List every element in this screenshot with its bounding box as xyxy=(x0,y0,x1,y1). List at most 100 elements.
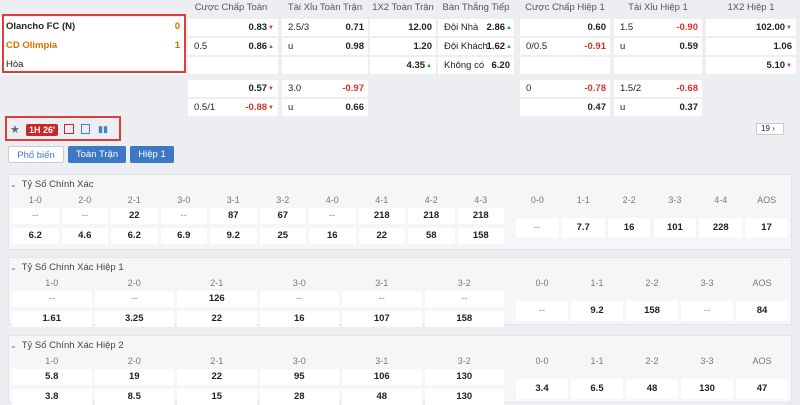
score-odds-cell[interactable]: -- xyxy=(12,291,92,307)
tab-half-1[interactable]: Hiệp 1 xyxy=(130,146,174,163)
odds-cell[interactable]: 0.47 xyxy=(520,99,610,116)
odds-cell[interactable]: 1.06 xyxy=(706,38,796,55)
score-odds-cell[interactable]: -- xyxy=(516,218,559,238)
odds-cell[interactable]: u 0.59 xyxy=(614,38,702,55)
score-odds-cell[interactable]: 16 xyxy=(607,218,651,238)
score-odds-cell[interactable]: 9.2 xyxy=(571,301,623,321)
odds-cell[interactable]: Đội Nhà 2.86▲ xyxy=(438,19,514,36)
odds-value: 0.59 xyxy=(679,41,699,52)
score-odds-cell[interactable]: 130 xyxy=(424,389,504,405)
odds-cell[interactable]: 1.20 xyxy=(370,38,436,55)
odds-cell[interactable]: 0 -0.78 xyxy=(520,80,610,97)
score-odds-cell[interactable]: 106 xyxy=(342,369,422,385)
odds-cell[interactable]: 0/0.5 -0.91 xyxy=(520,38,610,55)
score-odds-cell[interactable]: 6.2 xyxy=(12,228,59,244)
odds-cell[interactable]: 0.83▼ xyxy=(188,19,278,36)
odds-cell[interactable]: u 0.98 xyxy=(282,38,368,55)
score-odds-cell[interactable]: 22 xyxy=(177,311,257,327)
odds-value: -0.68 xyxy=(676,83,698,94)
score-odds-cell[interactable]: -- xyxy=(424,291,504,307)
score-odds-cell[interactable]: 158 xyxy=(457,228,504,244)
score-odds-cell[interactable]: 84 xyxy=(736,301,788,321)
score-odds-cell[interactable]: 48 xyxy=(342,389,422,405)
score-odds-cell[interactable]: 8.5 xyxy=(94,389,174,405)
score-odds-cell[interactable]: -- xyxy=(160,208,207,224)
score-odds-cell[interactable]: -- xyxy=(12,208,59,224)
score-odds-cell[interactable]: 158 xyxy=(626,301,678,321)
odds-cell[interactable]: 1.5/2 -0.68 xyxy=(614,80,702,97)
score-odds-cell[interactable]: 58 xyxy=(408,228,455,244)
score-odds-cell[interactable]: -- xyxy=(61,208,108,224)
score-odds-cell[interactable]: 6.2 xyxy=(111,228,158,244)
score-odds-cell[interactable]: 218 xyxy=(358,208,405,224)
score-odds-cell[interactable]: 19 xyxy=(94,369,174,385)
odds-cell[interactable]: 3.0 -0.97 xyxy=(282,80,368,97)
tab-full-match[interactable]: Toàn Trận xyxy=(68,146,126,163)
score-odds-cell[interactable]: 158 xyxy=(424,311,504,327)
score-odds-cell[interactable]: 22 xyxy=(111,208,158,224)
tab-popular[interactable]: Phổ biến xyxy=(8,146,64,163)
section-title[interactable]: ⌄ Tỷ Số Chính Xác Hiệp 1 xyxy=(10,261,124,275)
score-odds-cell[interactable]: 218 xyxy=(457,208,504,224)
score-odds-cell[interactable]: -- xyxy=(94,291,174,307)
score-odds-cell[interactable]: 126 xyxy=(177,291,257,307)
score-odds-cell[interactable]: -- xyxy=(681,301,733,321)
section-title[interactable]: ⌄ Tỷ Số Chính Xác Hiệp 2 xyxy=(10,339,124,353)
odds-cell[interactable]: u 0.66 xyxy=(282,99,368,116)
score-odds-cell[interactable]: -- xyxy=(516,301,568,321)
score-odds-cell[interactable]: 3.8 xyxy=(12,389,92,405)
score-odds-cell[interactable]: 28 xyxy=(259,389,339,405)
odds-cell[interactable]: 4.35▲ xyxy=(370,57,436,74)
score-odds-cell[interactable]: 48 xyxy=(626,379,678,399)
score-odds-cell[interactable]: 7.7 xyxy=(561,218,605,238)
score-odds-cell[interactable]: 228 xyxy=(699,218,743,238)
score-odds-cell[interactable]: 95 xyxy=(259,369,339,385)
score-odds-cell[interactable]: 6.5 xyxy=(571,379,623,399)
score-odds-cell[interactable]: -- xyxy=(259,291,339,307)
score-odds-cell[interactable]: -- xyxy=(342,291,422,307)
odds-value: 0.47 xyxy=(587,102,607,113)
score-header: 2-1 xyxy=(210,278,224,288)
odds-cell[interactable]: u 0.37 xyxy=(614,99,702,116)
score-odds-cell[interactable]: 3.25 xyxy=(94,311,174,327)
score-odds-cell[interactable]: -- xyxy=(309,208,356,224)
score-odds-cell[interactable]: 16 xyxy=(309,228,356,244)
score-odds-cell[interactable]: 6.9 xyxy=(160,228,207,244)
odds-cell[interactable]: 5.10▼ xyxy=(706,57,796,74)
odds-cell[interactable]: Không có 6.20 xyxy=(438,57,514,74)
odds-cell[interactable]: Đội Khách 1.62▲ xyxy=(438,38,514,55)
score-odds-cell[interactable]: 130 xyxy=(424,369,504,385)
score-odds-cell[interactable]: 25 xyxy=(259,228,306,244)
score-odds-cell[interactable]: 1.61 xyxy=(12,311,92,327)
score-odds-cell[interactable]: 218 xyxy=(408,208,455,224)
odds-cell[interactable]: 0.57▼ xyxy=(188,80,278,97)
odds-cell[interactable]: 102.00▼ xyxy=(706,19,796,36)
score-odds-cell[interactable]: 67 xyxy=(259,208,306,224)
odds-cell[interactable]: 1.5 -0.90 xyxy=(614,19,702,36)
odds-cell[interactable]: 0.5 0.86▲ xyxy=(188,38,278,55)
score-odds-cell[interactable]: 107 xyxy=(342,311,422,327)
market-count-badge[interactable]: 19 › xyxy=(756,123,784,135)
score-odds-cell[interactable]: 87 xyxy=(210,208,257,224)
score-odds-cell[interactable]: 22 xyxy=(177,369,257,385)
score-header: 1-0 xyxy=(45,356,59,366)
score-odds-cell[interactable]: 47 xyxy=(736,379,788,399)
score-odds-cell[interactable]: 15 xyxy=(177,389,257,405)
score-header: 0-0 xyxy=(530,195,544,205)
score-odds-cell[interactable]: 22 xyxy=(358,228,405,244)
score-odds-cell[interactable]: 16 xyxy=(259,311,339,327)
score-odds-cell[interactable]: 5.8 xyxy=(12,369,92,385)
score-odds-cell[interactable]: 130 xyxy=(681,379,733,399)
odds-cell[interactable]: 12.00 xyxy=(370,19,436,36)
score-odds-cell[interactable]: 4.6 xyxy=(61,228,108,244)
odds-cell[interactable]: 0.60 xyxy=(520,19,610,36)
score-odds-cell[interactable]: 17 xyxy=(745,218,788,238)
score-odds-cell[interactable]: 101 xyxy=(653,218,697,238)
odds-cell[interactable]: 2.5/3 0.71 xyxy=(282,19,368,36)
score-header: 4-1 xyxy=(375,195,389,205)
odds-cell[interactable]: 0.5/1 -0.88▼ xyxy=(188,99,278,116)
score-odds-cell[interactable]: 9.2 xyxy=(210,228,257,244)
section-title[interactable]: ⌄ Tỷ Số Chính Xác xyxy=(10,178,94,192)
score-odds-cell[interactable]: 3.4 xyxy=(516,379,568,399)
odds-value: -0.78 xyxy=(584,83,606,94)
